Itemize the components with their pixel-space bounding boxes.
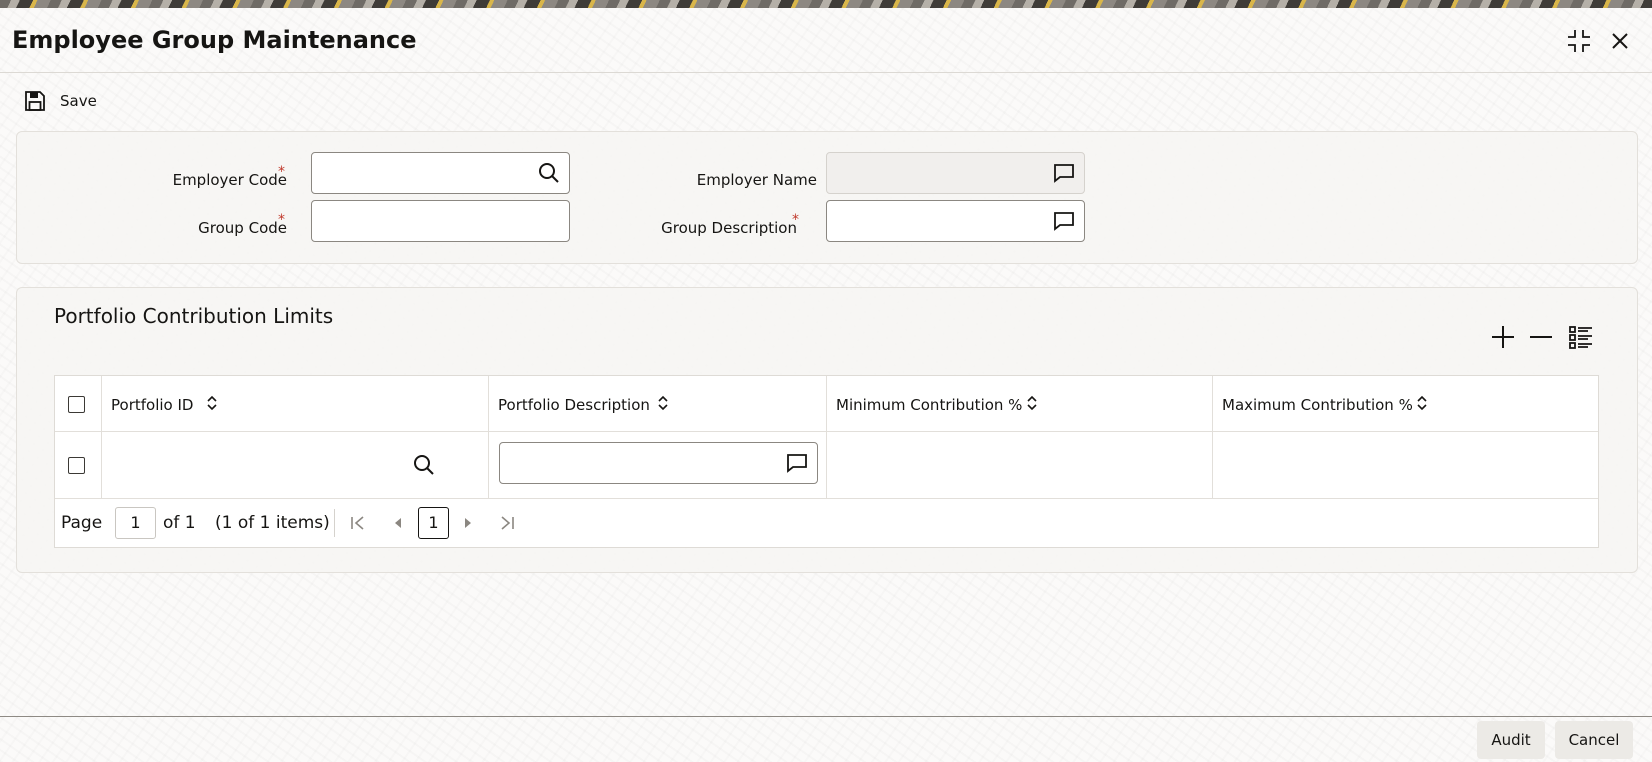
group-code-field[interactable]: [311, 200, 570, 242]
items-summary: (1 of 1 items): [215, 513, 330, 533]
pager-divider: [334, 509, 335, 537]
save-button[interactable]: Save: [24, 88, 97, 114]
employer-name-label: Employer Name: [696, 171, 817, 189]
page-total-label: of 1: [163, 513, 196, 533]
page-number-input[interactable]: 1: [115, 507, 156, 539]
select-all-checkbox[interactable]: [68, 396, 85, 413]
comment-icon[interactable]: [786, 452, 808, 474]
next-page-icon[interactable]: [460, 515, 476, 531]
column-label: Portfolio ID: [111, 396, 194, 414]
list-view-icon[interactable]: [1568, 324, 1594, 350]
page-label: Page: [61, 513, 103, 533]
cancel-button[interactable]: Cancel: [1555, 721, 1633, 759]
search-icon[interactable]: [413, 454, 435, 476]
row-checkbox[interactable]: [68, 457, 85, 474]
pagination-bar: Page 1 of 1 (1 of 1 items) 1: [55, 499, 1598, 547]
close-icon[interactable]: [1607, 28, 1633, 54]
page-button[interactable]: 1: [418, 507, 449, 539]
required-marker: *: [792, 212, 799, 228]
add-icon[interactable]: [1490, 324, 1516, 350]
portfolio-description-field[interactable]: [499, 442, 818, 484]
column-header-maximum-contribution[interactable]: Maximum Contribution %: [1213, 376, 1598, 432]
employer-code-input[interactable]: [312, 153, 569, 193]
column-header-minimum-contribution[interactable]: Minimum Contribution %: [827, 376, 1213, 432]
group-description-field[interactable]: [826, 200, 1085, 242]
column-label: Minimum Contribution %: [836, 396, 1023, 414]
page-title: Employee Group Maintenance: [12, 26, 417, 54]
previous-page-icon[interactable]: [390, 515, 406, 531]
remove-icon[interactable]: [1528, 324, 1554, 350]
search-icon[interactable]: [538, 162, 560, 184]
save-label: Save: [60, 92, 97, 110]
dialog-window: Employee Group Maintenance Save Employer…: [0, 8, 1652, 762]
portfolio-description-input[interactable]: [500, 443, 817, 483]
sort-icon[interactable]: [656, 394, 670, 412]
form-panel: Employer Code * Employer Name Group Code…: [16, 131, 1638, 264]
portfolio-description-cell: [489, 432, 827, 499]
first-page-icon[interactable]: [350, 515, 366, 531]
maximum-contribution-cell[interactable]: [1213, 432, 1598, 499]
footer-divider: [0, 716, 1652, 717]
employer-code-label: Employer Code: [172, 171, 287, 189]
section-title: Portfolio Contribution Limits: [54, 304, 334, 328]
row-select-cell: [55, 432, 102, 499]
column-label: Portfolio Description: [498, 396, 650, 414]
sort-icon[interactable]: [1415, 394, 1429, 412]
column-header-portfolio-description[interactable]: Portfolio Description: [489, 376, 827, 432]
employer-code-field[interactable]: [311, 152, 570, 194]
column-label: Maximum Contribution %: [1222, 396, 1413, 414]
column-header-portfolio-id[interactable]: Portfolio ID: [102, 376, 489, 432]
header-banner: [0, 0, 1652, 8]
last-page-icon[interactable]: [499, 515, 515, 531]
sort-icon[interactable]: [205, 394, 219, 412]
employer-name-input: [827, 153, 1084, 193]
group-description-input[interactable]: [827, 201, 1084, 241]
portfolio-grid: Portfolio ID Portfolio Description Minim…: [54, 375, 1599, 548]
group-code-input[interactable]: [312, 201, 569, 241]
comment-icon[interactable]: [1053, 162, 1075, 184]
sort-icon[interactable]: [1025, 394, 1039, 412]
employer-name-field: [826, 152, 1085, 194]
collapse-icon[interactable]: [1566, 28, 1592, 54]
required-marker: *: [278, 164, 285, 180]
comment-icon[interactable]: [1053, 210, 1075, 232]
required-marker: *: [278, 212, 285, 228]
select-all-cell: [55, 376, 102, 432]
group-code-label: Group Code: [198, 219, 287, 237]
floppy-disk-icon: [25, 91, 45, 111]
header-divider: [0, 72, 1652, 73]
minimum-contribution-cell[interactable]: [827, 432, 1213, 499]
audit-button[interactable]: Audit: [1477, 721, 1545, 759]
group-description-label: Group Description: [661, 219, 797, 237]
portfolio-id-cell[interactable]: [102, 432, 489, 499]
